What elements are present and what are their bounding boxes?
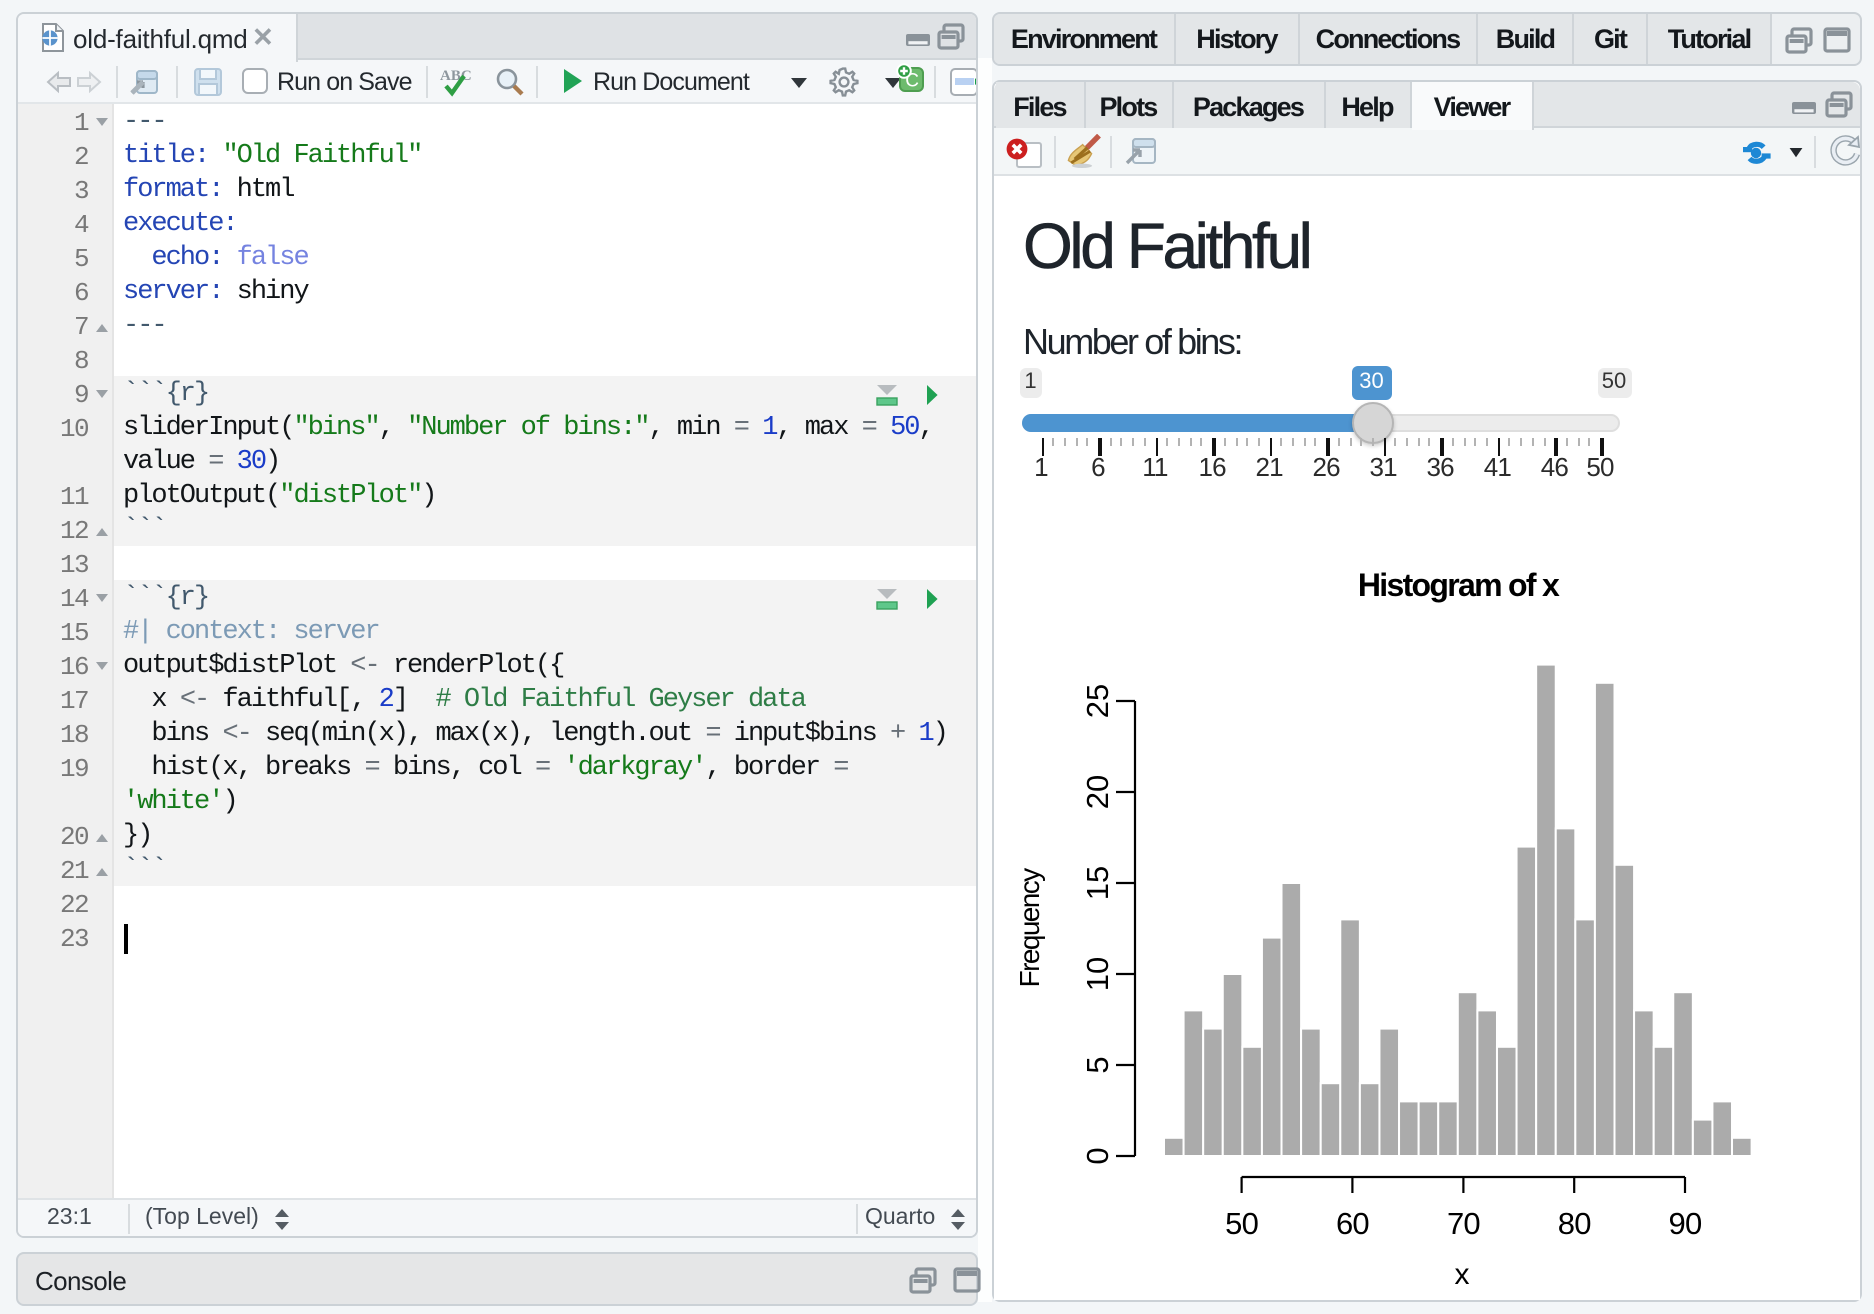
- svg-text:Histogram of x: Histogram of x: [1357, 566, 1559, 602]
- svg-text:x: x: [1454, 1257, 1469, 1290]
- svg-text:60: 60: [1335, 1205, 1368, 1240]
- svg-text:15: 15: [1079, 865, 1114, 899]
- svg-text:10: 10: [1079, 956, 1114, 990]
- svg-text:0: 0: [1079, 1146, 1114, 1163]
- svg-text:50: 50: [1224, 1205, 1257, 1240]
- svg-text:80: 80: [1557, 1205, 1590, 1240]
- svg-text:Frequency: Frequency: [1013, 867, 1044, 986]
- svg-text:ABC: ABC: [439, 67, 471, 83]
- svg-text:5: 5: [1079, 1055, 1114, 1072]
- svg-text:25: 25: [1079, 683, 1114, 717]
- svg-text:20: 20: [1079, 774, 1114, 808]
- svg-text:70: 70: [1446, 1205, 1479, 1240]
- svg-text:90: 90: [1668, 1205, 1701, 1240]
